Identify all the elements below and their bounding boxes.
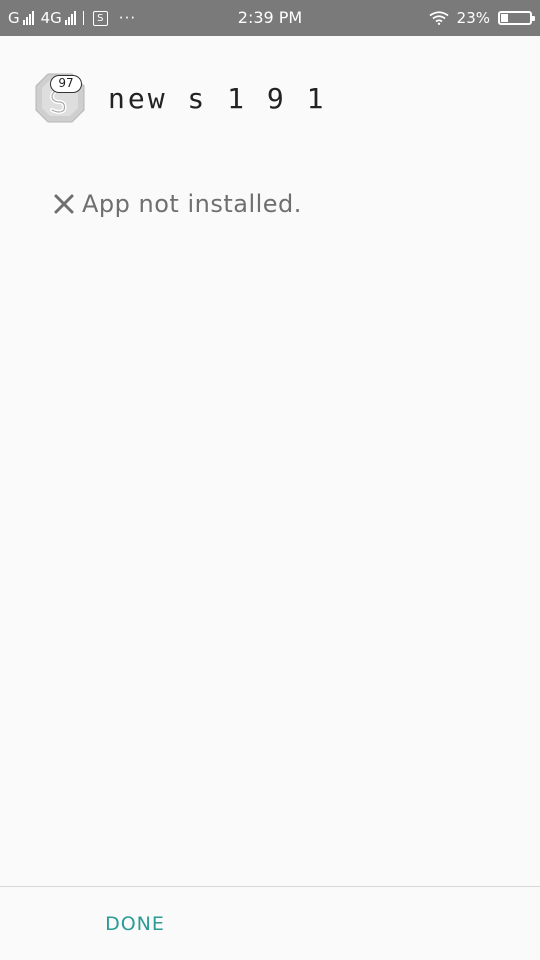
status-bar: G 4G S ··· 2:39 PM 23%	[0, 0, 540, 36]
battery-percent: 23%	[456, 9, 490, 27]
close-icon	[54, 194, 74, 214]
status-right: 23%	[429, 0, 535, 36]
battery-level	[501, 14, 508, 22]
notification-badge: 97	[50, 75, 82, 93]
footer-divider	[0, 886, 540, 887]
wifi-icon	[429, 11, 449, 25]
battery-icon	[498, 11, 535, 25]
app-name: new s 1 9 1	[108, 82, 327, 115]
install-status-message: App not installed.	[82, 190, 302, 218]
screen: G 4G S ··· 2:39 PM 23% 97 new s 1 9 1 Ap…	[0, 0, 540, 960]
install-status: App not installed.	[52, 190, 302, 218]
done-button[interactable]: DONE	[80, 900, 190, 948]
